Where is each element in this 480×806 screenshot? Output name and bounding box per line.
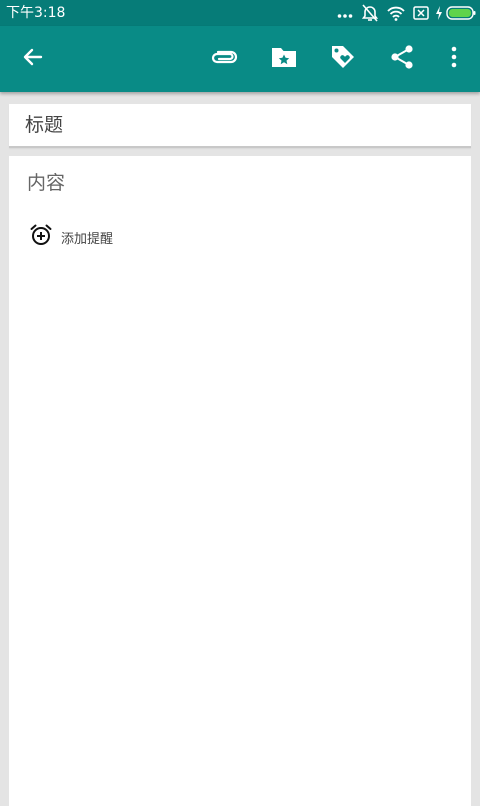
- title-card: [9, 104, 471, 148]
- charging-bolt-icon: [435, 3, 443, 23]
- back-button[interactable]: [9, 26, 57, 92]
- folder-star-icon: [270, 45, 298, 73]
- back-arrow-icon: [21, 45, 45, 73]
- attachment-icon: [210, 45, 238, 73]
- add-reminder-button[interactable]: 添加提醒: [29, 224, 113, 250]
- title-input[interactable]: [25, 112, 445, 138]
- more-dots-icon: [337, 3, 353, 23]
- share-button[interactable]: [378, 26, 426, 92]
- status-time: 下午3:18: [6, 5, 66, 21]
- attachment-button[interactable]: [200, 26, 248, 92]
- toolbar: [0, 26, 480, 92]
- more-options-button[interactable]: [430, 26, 478, 92]
- battery-icon: [446, 3, 476, 23]
- alarm-add-icon: [29, 223, 53, 251]
- tag-button[interactable]: [319, 26, 367, 92]
- content-input[interactable]: [27, 168, 447, 198]
- share-icon: [389, 44, 415, 74]
- add-reminder-label: 添加提醒: [61, 231, 114, 247]
- content-card: 添加提醒: [9, 156, 471, 806]
- status-bar: 下午3:18: [0, 0, 480, 26]
- more-vert-icon: [450, 45, 458, 73]
- alarm-off-icon: [361, 3, 379, 23]
- wifi-icon: [387, 3, 405, 23]
- sim-x-icon: [413, 3, 429, 23]
- tag-heart-icon: [329, 43, 357, 75]
- folder-button[interactable]: [260, 26, 308, 92]
- status-icons: [329, 3, 476, 23]
